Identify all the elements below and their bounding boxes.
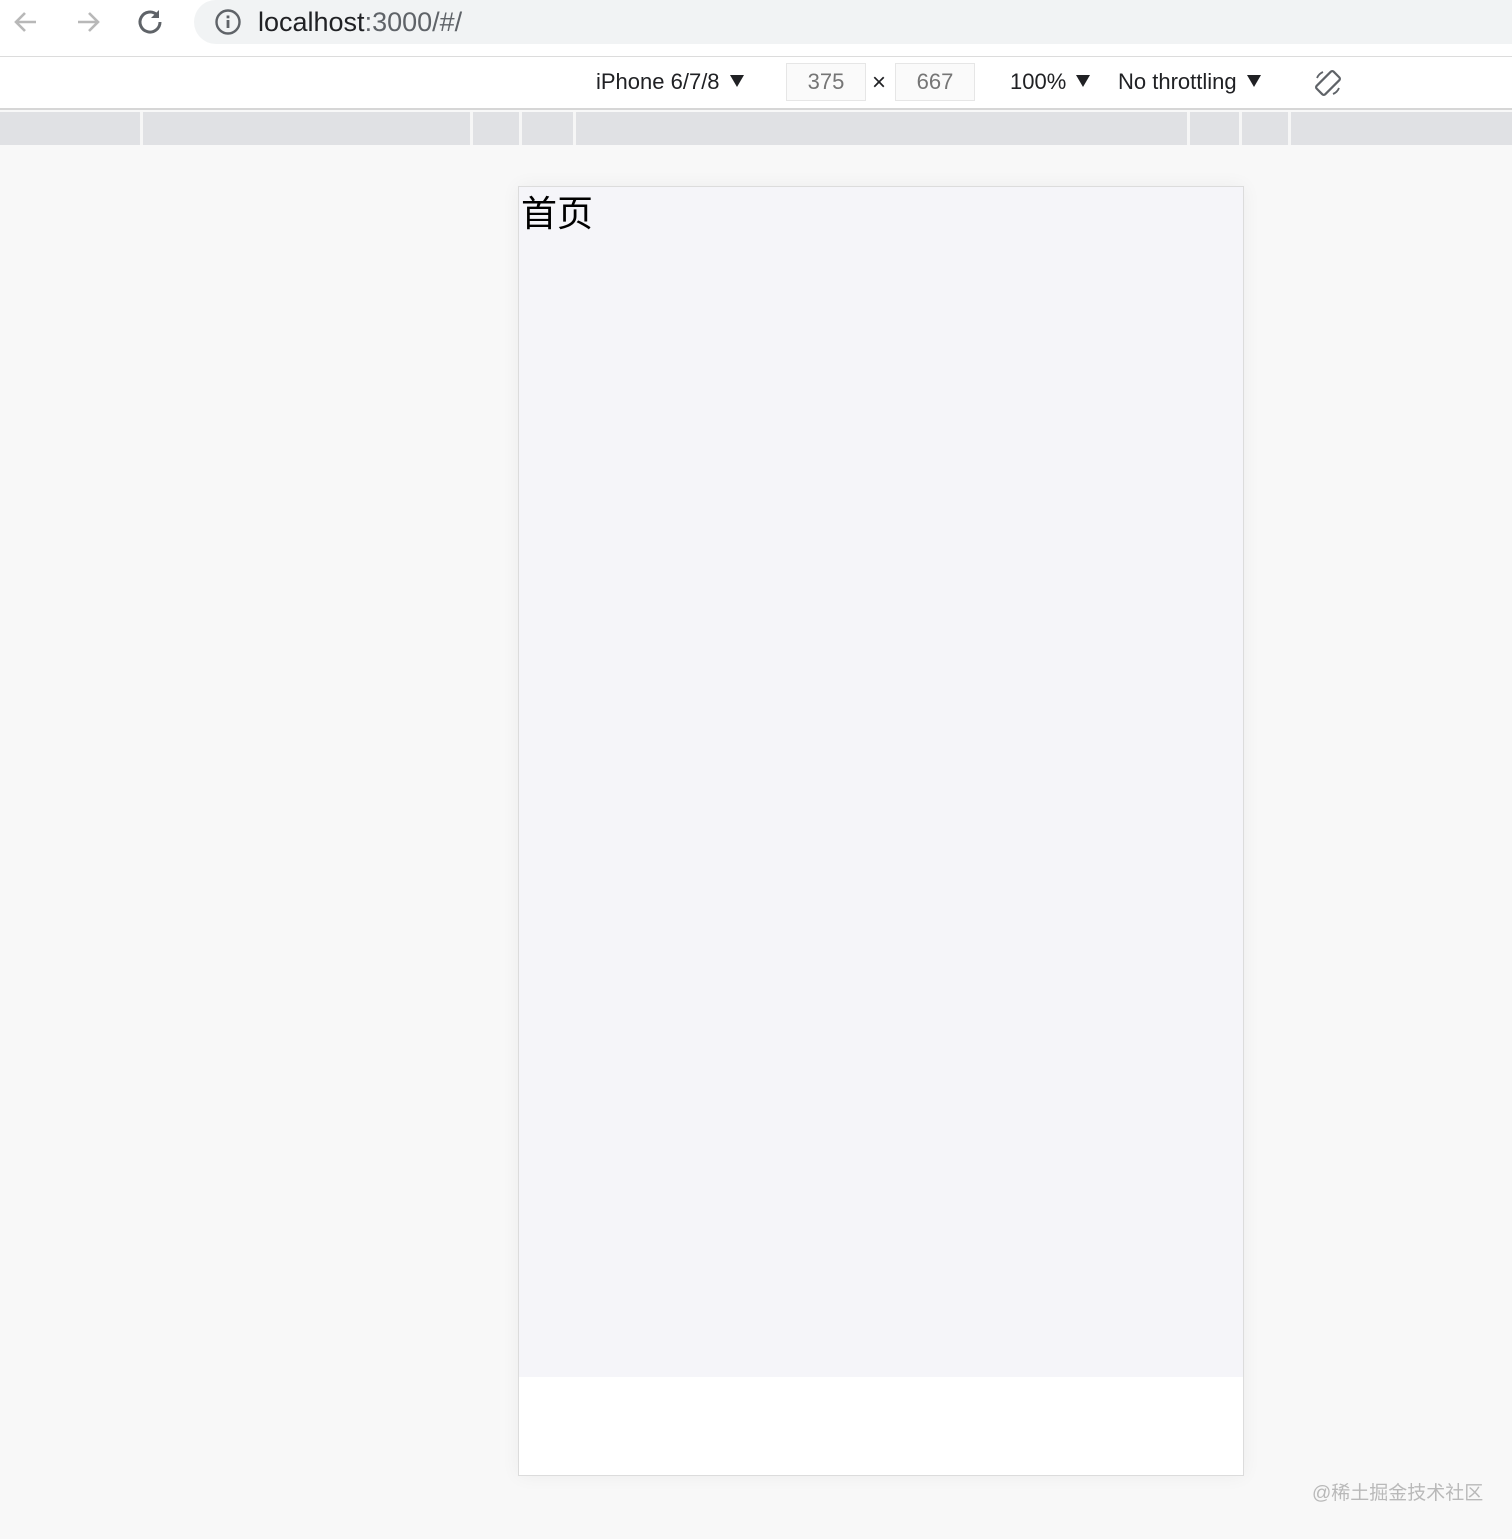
throttling-select-label: No throttling [1118, 69, 1237, 94]
throttling-select[interactable]: No throttling [1118, 67, 1261, 97]
media-query-divider [140, 112, 143, 145]
back-button[interactable] [6, 2, 46, 42]
arrow-left-icon [14, 12, 36, 32]
media-query-divider [519, 112, 522, 145]
forward-button[interactable] [68, 2, 108, 42]
address-bar[interactable]: localhost:3000/#/ [194, 0, 1512, 44]
url-text[interactable]: localhost:3000/#/ [258, 4, 462, 40]
media-query-divider [573, 112, 576, 145]
reload-icon [138, 10, 162, 34]
caret-down-icon [729, 75, 744, 87]
caret-down-icon [1076, 75, 1091, 87]
media-query-divider [1239, 112, 1242, 145]
device-toolbar: iPhone 6/7/8 × 100% No throttling [0, 57, 1512, 110]
rotate-icon [1315, 70, 1341, 96]
height-input[interactable] [895, 63, 975, 101]
zoom-select[interactable]: 100% [1010, 67, 1091, 97]
url-host: localhost [258, 7, 365, 37]
dimension-separator: × [872, 69, 887, 96]
arrow-right-icon [78, 12, 100, 32]
rotate-button[interactable] [1312, 67, 1344, 99]
watermark: @稀土掘金技术社区 [1312, 1483, 1484, 1504]
info-circle-icon[interactable] [214, 8, 242, 36]
device-viewport: 首页 [518, 186, 1244, 1476]
media-query-divider [1187, 112, 1190, 145]
bottom-bar [519, 1377, 1243, 1475]
device-select[interactable]: iPhone 6/7/8 [596, 67, 744, 97]
device-select-label: iPhone 6/7/8 [596, 69, 720, 94]
media-query-divider [1288, 112, 1291, 145]
page-title: 首页 [521, 194, 594, 235]
zoom-select-label: 100% [1010, 69, 1067, 94]
url-path: :3000/#/ [364, 7, 463, 37]
reload-button[interactable] [130, 2, 170, 42]
caret-down-icon [1246, 75, 1261, 87]
media-query-divider [470, 112, 473, 145]
width-input[interactable] [786, 63, 866, 101]
browser-toolbar: localhost:3000/#/ [0, 0, 1512, 57]
media-query-bar[interactable] [0, 112, 1512, 145]
